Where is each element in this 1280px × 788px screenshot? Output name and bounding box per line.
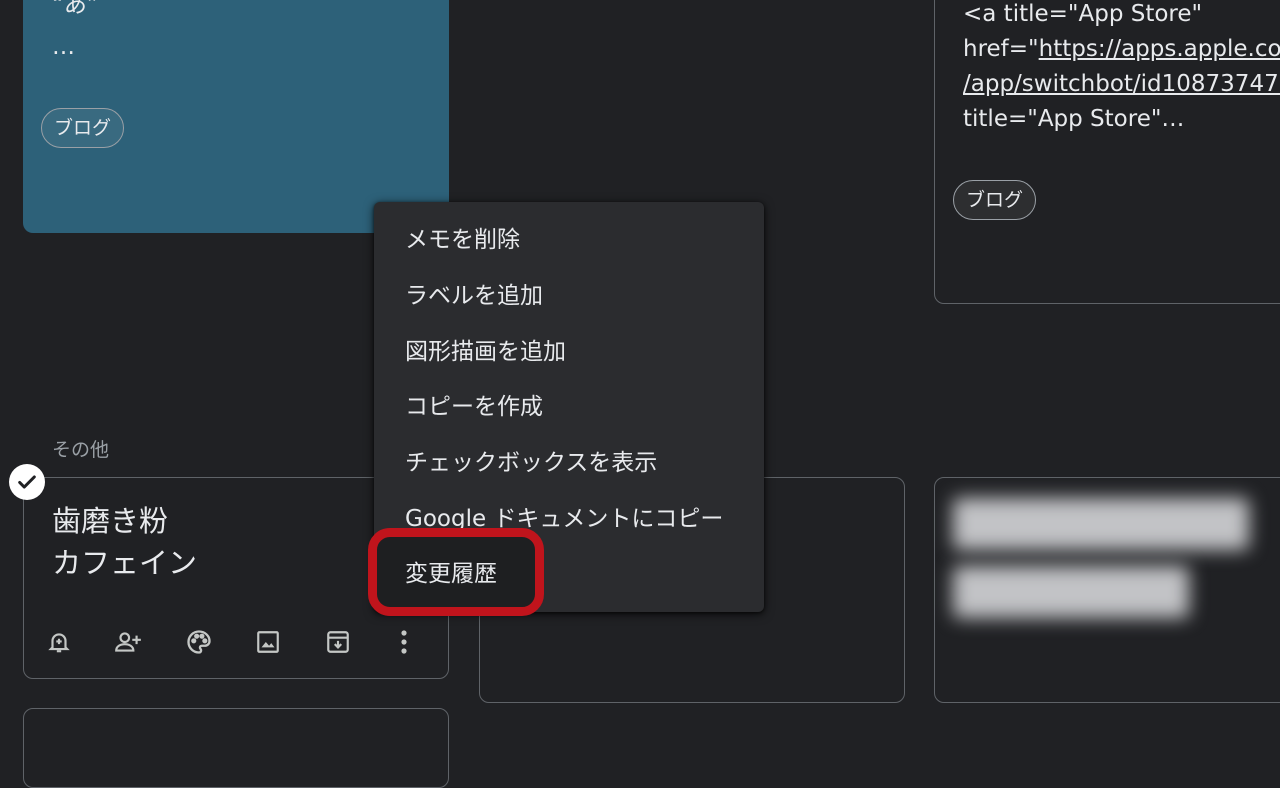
palette-icon[interactable] xyxy=(183,626,215,658)
menu-item-show-checkboxes[interactable]: チェックボックスを表示 xyxy=(405,443,657,483)
section-label-others: その他 xyxy=(52,439,110,461)
app-store-link-path[interactable]: /app/switchbot/id1087374760 xyxy=(963,71,1280,97)
add-alert-icon[interactable] xyxy=(43,626,75,658)
note-title: 歯磨き粉 カフェイン xyxy=(52,500,197,584)
note-title-line: 歯磨き粉 xyxy=(52,504,169,538)
image-icon[interactable] xyxy=(252,626,284,658)
menu-item-make-copy[interactable]: コピーを作成 xyxy=(405,387,543,427)
note-card-blog-1[interactable]: “あ” … ブログ xyxy=(23,0,449,233)
note-text-href: href=" xyxy=(963,36,1039,62)
note-card-partial[interactable] xyxy=(23,708,449,788)
blurred-content xyxy=(953,566,1189,618)
note-text-line: href="https://apps.apple.com xyxy=(963,32,1280,67)
note-card-blurred[interactable] xyxy=(934,477,1280,703)
note-text-line: “あ” xyxy=(52,0,99,18)
label-chip-blog[interactable]: ブログ xyxy=(953,180,1037,220)
note-text-line: <a title="App Store" xyxy=(963,1,1203,27)
note-text-line: title="App Store"… xyxy=(963,106,1185,132)
archive-icon[interactable] xyxy=(322,626,354,658)
menu-item-add-drawing[interactable]: 図形描画を追加 xyxy=(405,332,566,372)
app-store-link[interactable]: https://apps.apple.com xyxy=(1039,36,1280,62)
selected-check-icon[interactable] xyxy=(9,464,45,500)
menu-item-version-history[interactable]: 変更履歴 xyxy=(405,554,497,594)
collaborator-icon[interactable] xyxy=(112,626,144,658)
note-text-ellipsis: … xyxy=(52,34,75,60)
note-text-line: /app/switchbot/id1087374760 xyxy=(963,67,1280,102)
menu-item-delete-note[interactable]: メモを削除 xyxy=(405,220,520,260)
label-chip-blog[interactable]: ブログ xyxy=(41,108,125,148)
note-card-blog-2[interactable]: <a title="App Store" href="https://apps.… xyxy=(934,0,1280,304)
note-title-line: カフェイン xyxy=(52,546,198,580)
blurred-content xyxy=(953,498,1249,550)
more-vert-icon[interactable] xyxy=(388,626,420,658)
menu-item-add-label[interactable]: ラベルを追加 xyxy=(405,276,543,316)
